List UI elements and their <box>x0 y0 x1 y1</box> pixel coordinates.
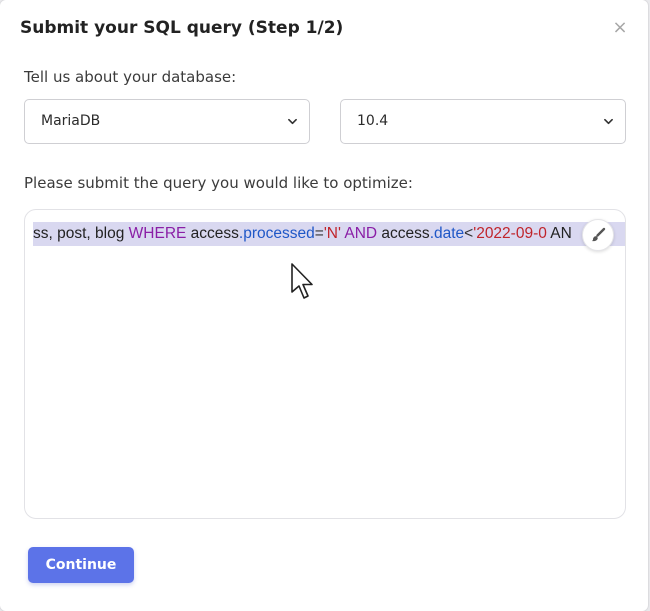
chevron-down-icon <box>604 118 613 125</box>
query-token: 'N' <box>323 225 341 242</box>
query-token: WHERE <box>128 225 187 242</box>
query-editor[interactable]: ss, post, blog WHERE access.processed='N… <box>24 209 626 519</box>
query-token: ss, <box>33 225 58 242</box>
modal-title: Submit your SQL query (Step 1/2) <box>20 18 344 38</box>
query-token: AND <box>340 225 378 242</box>
query-token: .processed <box>238 225 315 242</box>
query-token: post, blog <box>57 225 129 242</box>
query-token: = <box>314 225 324 242</box>
query-token: < <box>464 225 474 242</box>
chevron-down-icon <box>288 118 297 125</box>
database-engine-value: MariaDB <box>41 113 101 129</box>
query-token: '2022-09-0 <box>473 225 547 242</box>
database-version-value: 10.4 <box>357 113 389 129</box>
mouse-cursor-icon <box>291 263 313 299</box>
format-query-button[interactable] <box>582 219 614 251</box>
query-token: access <box>377 225 430 242</box>
query-label: Please submit the query you would like t… <box>24 174 413 192</box>
submit-query-modal: Submit your SQL query (Step 1/2) × Tell … <box>0 0 648 611</box>
brush-icon <box>591 227 606 242</box>
query-token: AN <box>546 225 572 242</box>
query-token: .date <box>429 225 465 242</box>
database-label: Tell us about your database: <box>24 68 237 86</box>
close-icon[interactable]: × <box>611 18 629 38</box>
database-engine-select[interactable]: MariaDB <box>24 99 310 144</box>
continue-button[interactable]: Continue <box>28 547 134 583</box>
query-token: access <box>186 225 239 242</box>
database-version-select[interactable]: 10.4 <box>340 99 626 144</box>
query-code-line[interactable]: ss, post, blog WHERE access.processed='N… <box>33 222 625 246</box>
